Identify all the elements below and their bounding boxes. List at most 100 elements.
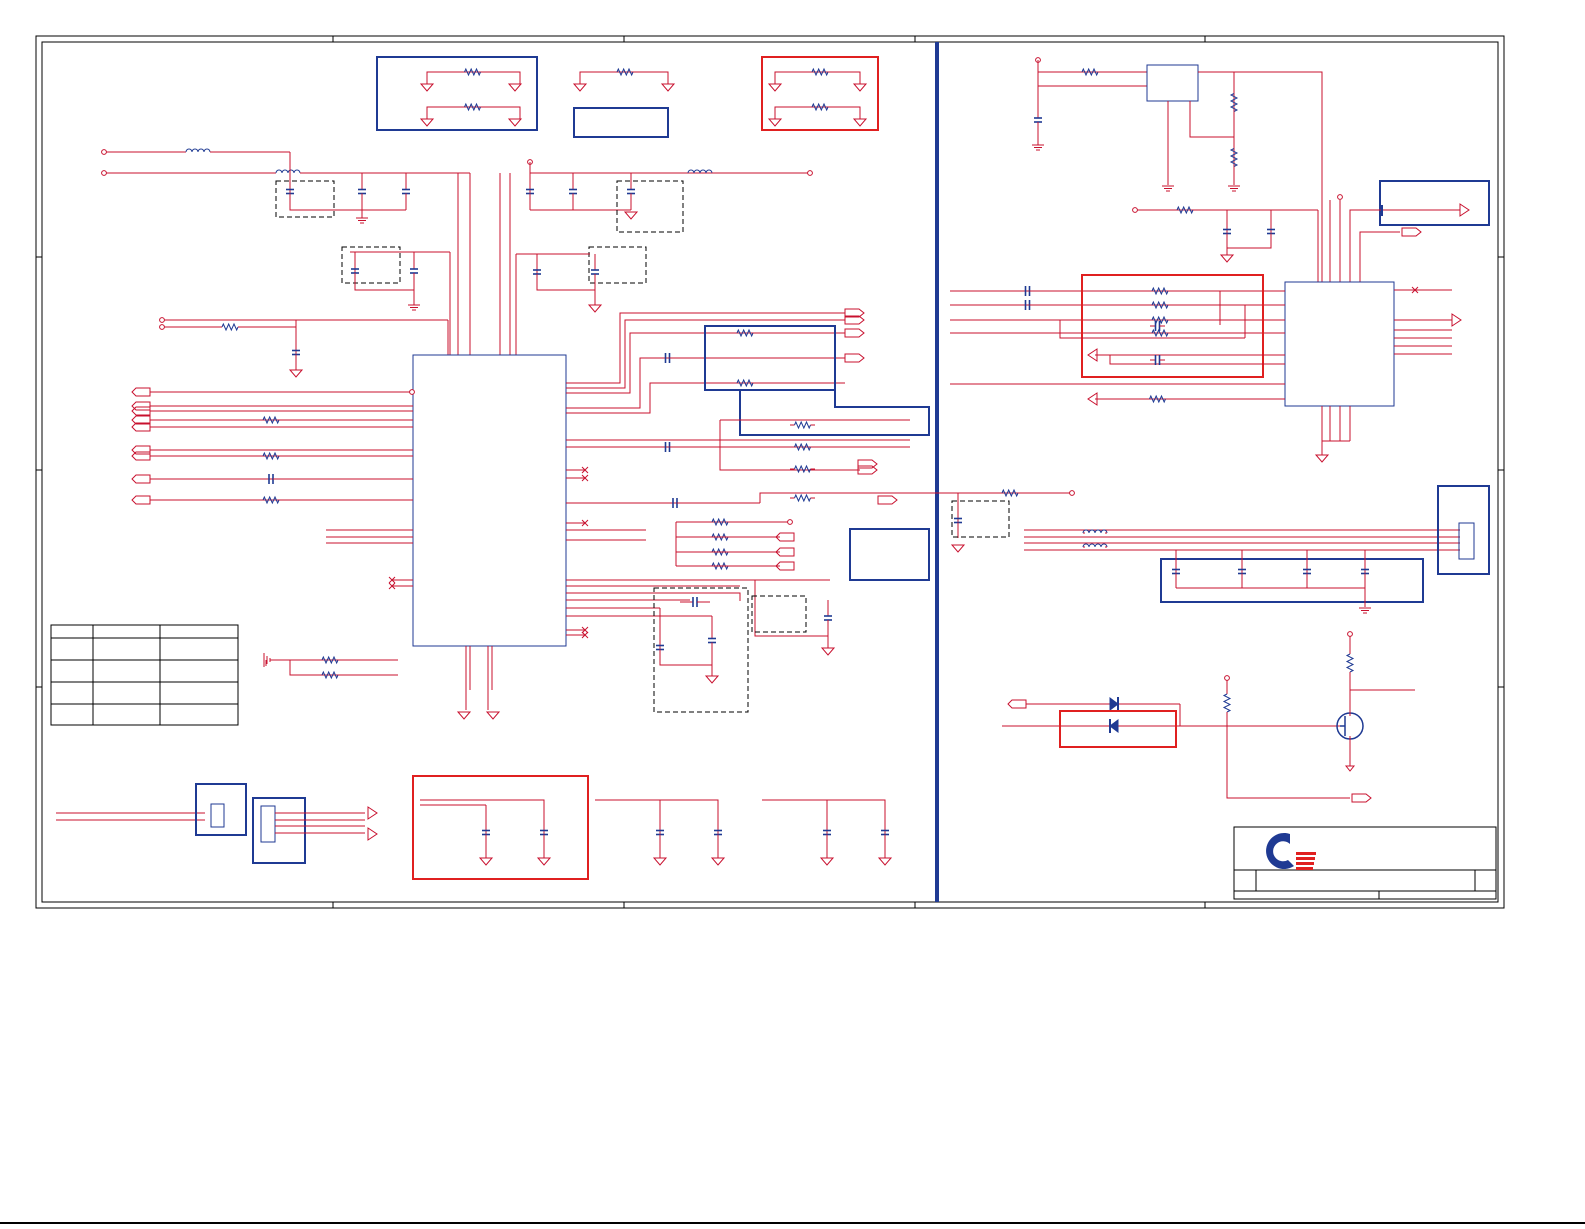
resistor-icon [1222,693,1232,713]
net-endpoint [159,324,165,330]
wire [754,580,828,637]
main-ic-body [412,354,567,647]
net-endpoint [1069,490,1075,496]
resistor-icon [464,67,481,77]
offpage-connector-icon [857,459,878,469]
resistor-icon [794,464,811,474]
wire [595,799,719,850]
resistor-icon [1151,286,1169,296]
arrow-icon [367,827,378,841]
note-block [573,107,669,138]
offpage-connector-icon [1401,227,1422,237]
ground-icon [1359,607,1371,614]
net-endpoint [409,389,415,395]
filter-cap-block [1160,558,1424,603]
ground-icon [652,857,668,866]
offpage-connector-icon [1351,793,1372,803]
inner-frame [41,41,1499,903]
net-endpoint [1337,194,1343,200]
strap-table [50,624,239,726]
resistor-icon [321,670,339,680]
ground-icon [852,83,868,92]
resistor-icon [616,67,634,77]
ground-icon [1228,185,1240,192]
ground-icon [587,304,603,313]
wire [354,252,414,291]
arrow-icon [367,806,378,820]
offpage-connector-icon [131,495,151,505]
wire [1109,355,1285,365]
wire [289,152,406,211]
net-endpoint [159,317,165,323]
ground-icon [1314,454,1330,463]
ground-icon [950,544,966,553]
wire [1359,231,1400,282]
diode-icon [1109,697,1119,711]
offpage-connector-icon [877,495,898,505]
resistor-icon [262,415,280,425]
wire [659,608,712,666]
wire [420,799,545,850]
wire [1349,209,1460,282]
arrow-icon [1451,313,1462,327]
resistor-icon [1001,488,1019,498]
note-block-2 [849,528,930,581]
logo-stripe [1296,867,1313,870]
resistor-icon [794,493,811,503]
resistor-icon [1229,148,1239,167]
resistor-icon [464,102,481,112]
outer-frame [35,35,1505,909]
net-endpoint [1132,207,1138,213]
arrow-icon [1459,203,1470,217]
schematic-canvas [35,35,1505,909]
wire [289,660,398,676]
ground-icon [536,857,552,866]
resistor-icon [1149,394,1166,404]
ground-icon [623,211,639,220]
wire [1226,726,1350,799]
wire [1189,101,1234,138]
resistor-icon [711,517,729,527]
net-block-red [1081,274,1264,378]
offpage-connector-icon [1007,699,1027,709]
wire [1059,320,1245,339]
wire [579,71,669,84]
net-endpoint [101,149,107,155]
ground-icon [485,711,501,720]
optional-part-box [616,180,684,233]
inductor-icon [275,169,301,174]
diode-icon [1109,719,1119,733]
ground-icon [767,83,783,92]
wire [774,71,861,84]
resistor-icon [1081,67,1099,77]
wire [536,254,595,291]
resistor-icon [811,102,829,112]
ground-icon [507,83,523,92]
resistor-icon [794,442,811,452]
ground-icon [704,675,720,684]
ground-icon [877,857,893,866]
optional-part-box [751,595,807,633]
note-block-3 [1379,180,1490,226]
ground-icon [408,304,420,311]
resistor-icon [321,655,339,665]
ground-icon [1344,765,1356,772]
bridge-ic-body [1284,281,1395,407]
offpage-connector-icon [844,328,865,338]
connector-icon [210,803,225,828]
offpage-connector-icon [131,474,151,484]
logo-stripe [1296,862,1314,865]
connector-icon [1458,522,1475,560]
ground-icon [288,369,304,378]
decoupling-block-red [412,775,589,880]
ground-icon [1162,185,1174,192]
ground-icon [419,83,435,92]
net-endpoint [807,170,813,176]
resistor-icon [736,378,754,388]
ground-icon [1032,144,1044,151]
resistor-icon [1345,653,1355,673]
resistor-icon [736,328,754,338]
ground-icon [507,118,523,127]
resistor-icon [262,495,280,505]
regulator-ic-body [1146,64,1199,102]
